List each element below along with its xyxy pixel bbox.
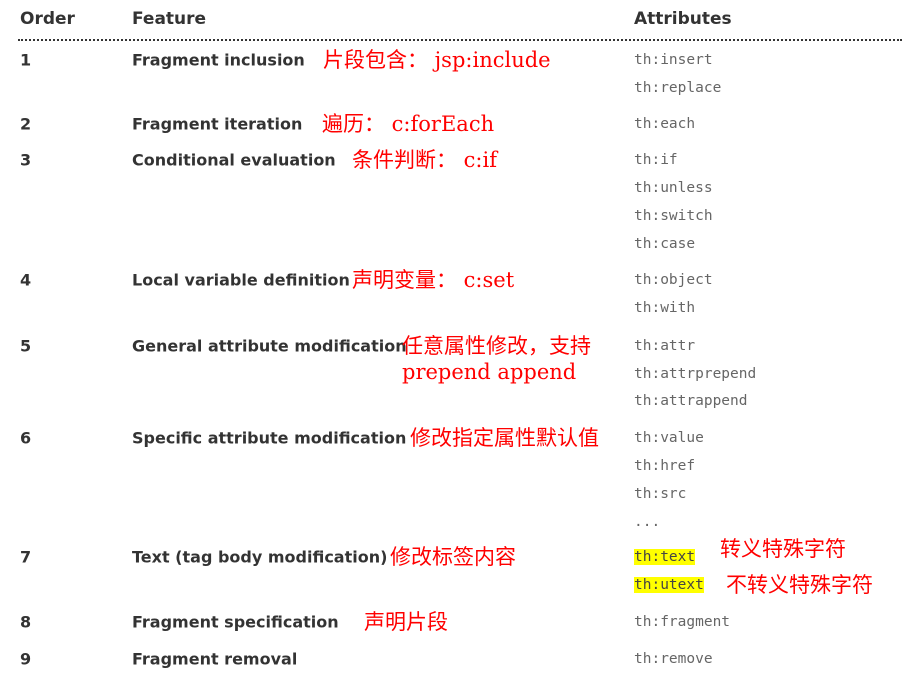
- attribute-code: th:unless: [634, 180, 713, 196]
- row-order: 4: [20, 270, 32, 290]
- header-attributes: Attributes: [634, 9, 732, 29]
- annotation-note: 修改标签内容: [390, 545, 516, 569]
- row-feature: Fragment removal: [132, 649, 298, 669]
- row-order: 5: [20, 336, 32, 356]
- annotation-note: 修改指定属性默认值: [410, 426, 599, 450]
- annotation-note: 遍历： c:forEach: [322, 112, 495, 136]
- attribute-annotation: 转义特殊字符: [720, 537, 846, 561]
- header-divider: [18, 39, 902, 41]
- attribute-code: th:with: [634, 300, 696, 316]
- row-order: 3: [20, 150, 32, 170]
- annotation-note: 片段包含： jsp:include: [323, 48, 551, 72]
- row-feature: Specific attribute modification: [132, 428, 407, 448]
- attribute-code: th:value: [634, 430, 704, 446]
- attribute-code: th:attrappend: [634, 393, 748, 409]
- attribute-code: th:remove: [634, 651, 713, 667]
- row-feature: General attribute modification: [132, 336, 407, 356]
- attribute-code: th:replace: [634, 80, 722, 96]
- row-feature: Conditional evaluation: [132, 150, 336, 170]
- attribute-code: th:attr: [634, 338, 696, 354]
- attribute-code: th:each: [634, 116, 696, 132]
- attribute-code: th:fragment: [634, 614, 731, 630]
- attribute-code: th:attrprepend: [634, 365, 757, 382]
- attribute-code: th:href: [634, 458, 696, 474]
- row-order: 1: [20, 50, 32, 70]
- header-order: Order: [20, 9, 75, 29]
- row-order: 7: [20, 547, 32, 567]
- row-feature: Local variable definition: [132, 270, 350, 290]
- attribute-code: th:insert: [634, 52, 713, 68]
- attribute-code: th:switch: [634, 208, 713, 224]
- attribute-code: th:case: [634, 236, 696, 252]
- row-order: 8: [20, 612, 32, 632]
- attribute-code: ...: [634, 514, 661, 530]
- row-feature: Fragment specification: [132, 612, 339, 632]
- annotation-note: 声明片段: [364, 610, 448, 634]
- row-feature: Fragment inclusion: [132, 50, 305, 70]
- annotation-note: 声明变量： c:set: [352, 268, 515, 292]
- row-order: 2: [20, 114, 32, 134]
- attribute-code: th:object: [634, 272, 713, 288]
- header-feature: Feature: [132, 9, 207, 29]
- attribute-annotation: 不转义特殊字符: [726, 573, 873, 597]
- row-order: 6: [20, 428, 32, 448]
- attribute-code: th:if: [634, 152, 678, 168]
- annotation-note: 条件判断： c:if: [352, 148, 498, 172]
- row-feature: Text (tag body modification): [132, 547, 388, 567]
- attribute-code: th:src: [634, 486, 687, 502]
- attribute-code: th:text: [634, 549, 696, 565]
- annotation-note: prepend append: [402, 360, 577, 384]
- row-order: 9: [20, 649, 32, 669]
- annotation-note: 任意属性修改，支持: [402, 334, 591, 358]
- attribute-code: th:utext: [634, 577, 704, 593]
- row-feature: Fragment iteration: [132, 114, 303, 134]
